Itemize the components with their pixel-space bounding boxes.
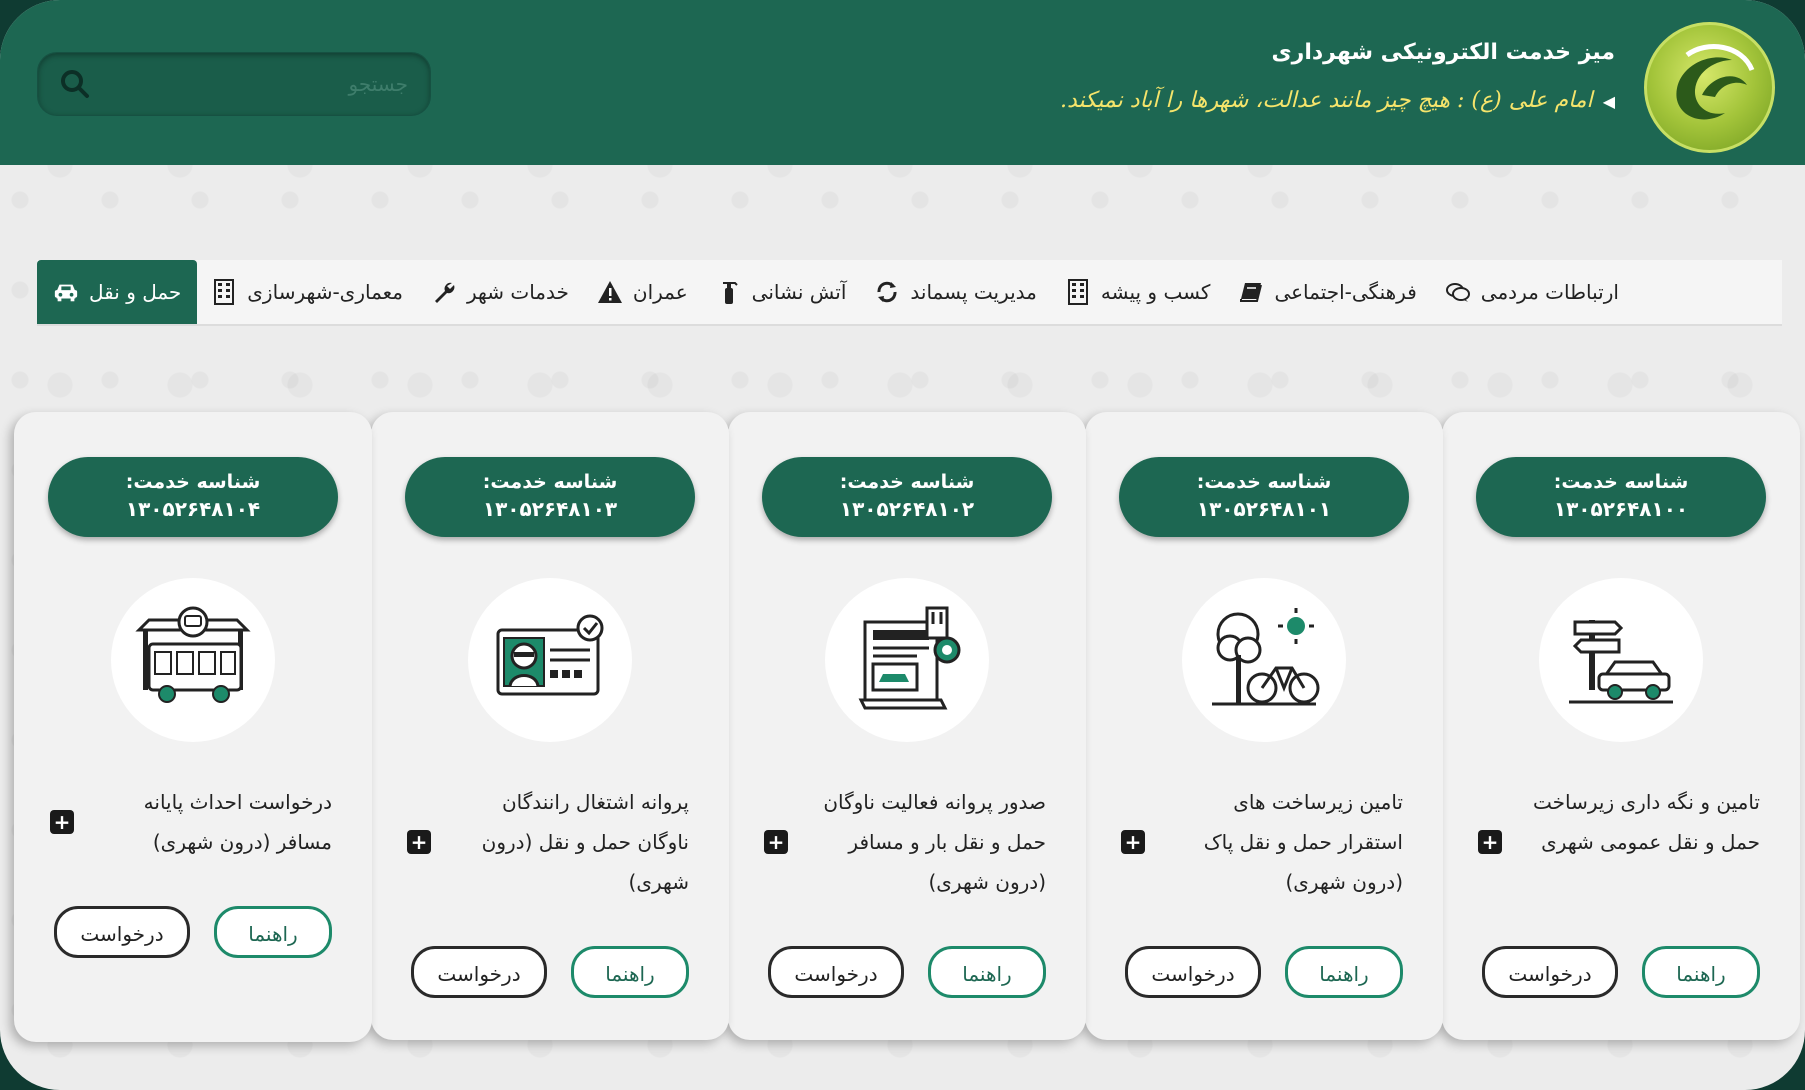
nav-item-architecture[interactable]: معماری-شهرسازی: [197, 260, 417, 324]
quote-arrow-icon: ◀: [1602, 92, 1615, 111]
nav-item-civil[interactable]: عمران: [583, 260, 702, 324]
request-button[interactable]: درخواست: [411, 946, 547, 998]
nav-item-culture[interactable]: فرهنگی-اجتماعی: [1224, 260, 1430, 324]
search-box: [37, 52, 431, 116]
fire-extinguisher-icon: [716, 279, 742, 305]
bus-station-icon: [111, 578, 275, 742]
driver-license-icon: [468, 578, 632, 742]
logo-swirl-icon: [1676, 44, 1755, 120]
service-id-badge: شناسه خدمت: ۱۳۰۵۲۶۴۸۱۰۳: [405, 457, 695, 537]
guide-button[interactable]: راهنما: [571, 946, 689, 998]
nav-item-label: عمران: [632, 280, 688, 304]
expand-plus-icon[interactable]: +: [764, 830, 788, 854]
quote-text: امام علی (ع) : هیچ چیز مانند عدالت، شهره…: [1059, 88, 1593, 113]
nav-item-label: حمل و نقل: [89, 280, 182, 304]
service-card: شناسه خدمت: ۱۳۰۵۲۶۴۸۱۰۳ پروانه اشتغال را…: [371, 412, 729, 1040]
nav-item-business[interactable]: کسب و پیشه: [1051, 260, 1225, 324]
nav-item-label: فرهنگی-اجتماعی: [1274, 280, 1417, 304]
site-title: میز خدمت الکترونیکی شهرداری: [1271, 40, 1615, 65]
building-icon: [1065, 279, 1091, 305]
guide-button[interactable]: راهنما: [928, 946, 1046, 998]
service-id: ۱۳۰۵۲۶۴۸۱۰۳: [482, 497, 618, 521]
tree-bicycle-icon: [1182, 578, 1346, 742]
search-icon[interactable]: [60, 69, 90, 99]
service-id: ۱۳۰۵۲۶۴۸۱۰۲: [839, 497, 975, 521]
nav-item-label: کسب و پیشه: [1100, 280, 1211, 304]
recycle-icon: [874, 279, 900, 305]
page-frame: میز خدمت الکترونیکی شهرداری ◀ امام علی (ع…: [0, 0, 1805, 1090]
wrench-icon: [431, 279, 457, 305]
expand-plus-icon[interactable]: +: [50, 810, 74, 834]
service-card: شناسه خدمت: ۱۳۰۵۲۶۴۸۱۰۲ صدور پروانه فعال…: [728, 412, 1086, 1040]
request-button[interactable]: درخواست: [1482, 946, 1618, 998]
road-sign-car-icon: [1539, 578, 1703, 742]
service-card: شناسه خدمت: ۱۳۰۵۲۶۴۸۱۰۱ تامین زیرساخت ها…: [1085, 412, 1443, 1040]
badge-label: شناسه خدمت:: [839, 471, 975, 493]
service-id-badge: شناسه خدمت: ۱۳۰۵۲۶۴۸۱۰۴: [48, 457, 338, 537]
service-card: شناسه خدمت: ۱۳۰۵۲۶۴۸۱۰۰ تامین و نگه داری…: [1442, 412, 1800, 1040]
expand-plus-icon[interactable]: +: [407, 830, 431, 854]
service-title: تامین و نگه داری زیرساخت حمل و نقل عمومی…: [1533, 790, 1760, 854]
warning-icon: [597, 279, 623, 305]
car-icon: [53, 279, 79, 305]
nav-item-label: آتش نشانی: [751, 280, 847, 304]
guide-button[interactable]: راهنما: [1285, 946, 1403, 998]
service-id: ۱۳۰۵۲۶۴۸۱۰۰: [1553, 497, 1689, 521]
service-id-badge: شناسه خدمت: ۱۳۰۵۲۶۴۸۱۰۰: [1476, 457, 1766, 537]
badge-label: شناسه خدمت:: [125, 471, 261, 493]
request-button[interactable]: درخواست: [54, 906, 190, 958]
book-icon: [1238, 279, 1264, 305]
service-card: شناسه خدمت: ۱۳۰۵۲۶۴۸۱۰۴ درخواست احداث پا…: [14, 412, 372, 1042]
site-header: میز خدمت الکترونیکی شهرداری ◀ امام علی (ع…: [0, 0, 1805, 165]
guide-button[interactable]: راهنما: [1642, 946, 1760, 998]
nav-item-waste[interactable]: مدیریت پسماند: [860, 260, 1051, 324]
category-nav: حمل و نقل معماری-شهرسازی خدمات شهر عمران…: [37, 260, 1782, 326]
service-cards: شناسه خدمت: ۱۳۰۵۲۶۴۸۱۰۰ تامین و نگه داری…: [14, 412, 1800, 1042]
request-button[interactable]: درخواست: [768, 946, 904, 998]
service-id-badge: شناسه خدمت: ۱۳۰۵۲۶۴۸۱۰۱: [1119, 457, 1409, 537]
expand-plus-icon[interactable]: +: [1478, 830, 1502, 854]
guide-button[interactable]: راهنما: [214, 906, 332, 958]
service-title: درخواست احداث پایانه مسافر (درون شهری): [143, 790, 332, 854]
request-button[interactable]: درخواست: [1125, 946, 1261, 998]
service-title: تامین زیرساخت های استقرار حمل و نقل پاک …: [1203, 790, 1403, 894]
site-quote: ◀ امام علی (ع) : هیچ چیز مانند عدالت، شهر…: [1060, 88, 1615, 113]
municipality-logo[interactable]: [1644, 22, 1775, 153]
badge-label: شناسه خدمت:: [1196, 471, 1332, 493]
comments-icon: [1445, 279, 1471, 305]
nav-item-label: معماری-شهرسازی: [247, 280, 404, 304]
search-input[interactable]: [116, 65, 410, 103]
nav-item-label: خدمات شهر: [467, 280, 569, 304]
building-icon: [211, 279, 237, 305]
expand-plus-icon[interactable]: +: [1121, 830, 1145, 854]
nav-item-public-relations[interactable]: ارتباطات مردمی: [1431, 260, 1633, 324]
badge-label: شناسه خدمت:: [482, 471, 618, 493]
nav-item-fire[interactable]: آتش نشانی: [702, 260, 861, 324]
service-id-badge: شناسه خدمت: ۱۳۰۵۲۶۴۸۱۰۲: [762, 457, 1052, 537]
badge-label: شناسه خدمت:: [1553, 471, 1689, 493]
nav-item-transport[interactable]: حمل و نقل: [37, 260, 198, 324]
service-id: ۱۳۰۵۲۶۴۸۱۰۴: [125, 497, 261, 521]
nav-item-city-services[interactable]: خدمات شهر: [417, 260, 583, 324]
service-title: پروانه اشتغال رانندگان ناوگان حمل و نقل …: [481, 790, 689, 894]
service-title: صدور پروانه فعالیت ناوگان حمل و نقل بار …: [823, 790, 1046, 894]
document-car-icon: [825, 578, 989, 742]
service-id: ۱۳۰۵۲۶۴۸۱۰۱: [1196, 497, 1332, 521]
nav-item-label: ارتباطات مردمی: [1480, 280, 1619, 304]
nav-item-label: مدیریت پسماند: [910, 280, 1037, 304]
